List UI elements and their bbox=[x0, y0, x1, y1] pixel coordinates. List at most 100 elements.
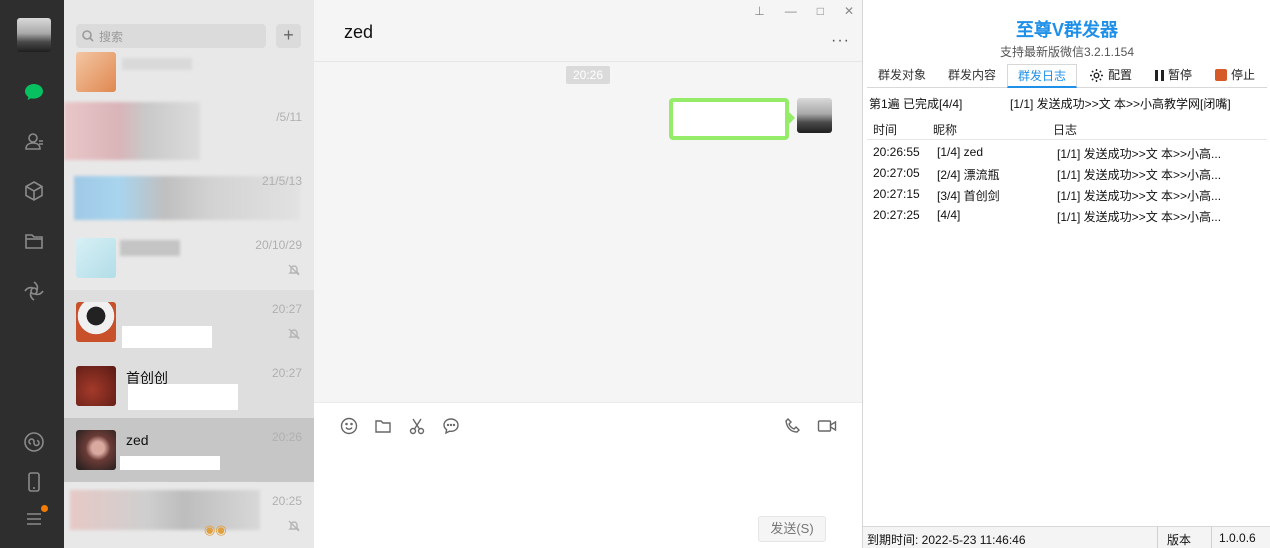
blurred-content bbox=[70, 490, 260, 530]
round-status: 第1遍 已完成[4/4] bbox=[869, 97, 963, 111]
header-divider bbox=[314, 61, 862, 62]
chat-name: zed bbox=[126, 432, 149, 448]
row-nick: [3/4] 首创剑 bbox=[937, 189, 1000, 203]
table-row[interactable]: 20:27:25 [4/4] [1/1] 发送成功>>文 本>>小高... bbox=[867, 205, 1267, 226]
row-nick: [2/4] 漂流瓶 bbox=[937, 168, 1000, 182]
stop-icon bbox=[1215, 69, 1227, 81]
video-call-icon[interactable] bbox=[816, 415, 838, 437]
expire-time: 到期时间: 2022-5-23 11:46:46 bbox=[867, 533, 1026, 547]
call-toolbar bbox=[782, 415, 838, 437]
row-log: [1/1] 发送成功>>文 本>>小高... bbox=[1057, 210, 1222, 224]
self-avatar[interactable] bbox=[797, 98, 832, 133]
table-row[interactable]: 20:27:15 [3/4] 首创剑 [1/1] 发送成功>>文 本>>小高..… bbox=[867, 184, 1267, 205]
divider bbox=[1157, 527, 1158, 548]
mute-icon bbox=[288, 264, 300, 279]
moments-icon[interactable] bbox=[22, 279, 46, 303]
row-time: 20:27:05 bbox=[873, 166, 920, 180]
maximize-icon[interactable]: □ bbox=[817, 4, 824, 18]
gear-icon bbox=[1090, 68, 1103, 82]
panel-subtitle: 支持最新版微信3.2.1.154 bbox=[999, 45, 1135, 59]
input-area[interactable]: 发送(S) bbox=[314, 402, 862, 548]
phone-icon[interactable] bbox=[22, 470, 46, 494]
list-item[interactable]: 首创创 20:27 bbox=[64, 354, 314, 418]
latest-log: [1/1] 发送成功>>文 本>>小高教学网[闭嘴] bbox=[1010, 97, 1231, 111]
row-time: 20:27:15 bbox=[873, 187, 920, 201]
stop-label: 停止 bbox=[1231, 68, 1256, 82]
folder-icon[interactable] bbox=[22, 229, 46, 253]
row-nick: [4/4] bbox=[937, 208, 961, 222]
blurred-message bbox=[122, 326, 212, 348]
conversation-pane: ⊥ — □ ✕ zed ··· 20:26 发送(S) bbox=[314, 0, 862, 548]
avatar bbox=[76, 302, 116, 342]
time-badge: 20:26 bbox=[566, 66, 610, 84]
panel-title: 至尊V群发器 bbox=[1015, 20, 1118, 40]
col-nick: 昵称 bbox=[933, 123, 958, 137]
tab-content[interactable]: 群发内容 bbox=[937, 64, 1007, 88]
contacts-icon[interactable] bbox=[22, 129, 46, 153]
table-row[interactable]: 20:27:05 [2/4] 漂流瓶 [1/1] 发送成功>>文 本>>小高..… bbox=[867, 163, 1267, 184]
send-button[interactable]: 发送(S) bbox=[758, 516, 826, 542]
chat-time: 20:27 bbox=[271, 366, 302, 380]
avatar bbox=[76, 52, 116, 92]
avatar bbox=[76, 366, 116, 406]
list-item[interactable]: 21/5/13 bbox=[64, 162, 314, 226]
chat-icon[interactable] bbox=[22, 80, 46, 104]
pause-icon bbox=[1155, 69, 1164, 81]
nav-bar bbox=[0, 0, 64, 548]
row-time: 20:26:55 bbox=[873, 145, 920, 159]
menu-icon[interactable] bbox=[22, 505, 48, 531]
window-controls: ⊥ — □ ✕ bbox=[754, 4, 854, 18]
screenshot-icon[interactable] bbox=[406, 415, 428, 437]
table-row[interactable]: 20:26:55 [1/4] zed [1/1] 发送成功>>文 本>>小高..… bbox=[867, 142, 1267, 163]
config-button[interactable]: 配置 bbox=[1089, 64, 1132, 86]
avatar bbox=[76, 430, 116, 470]
pause-label: 暂停 bbox=[1168, 68, 1193, 82]
tab-log[interactable]: 群发日志 bbox=[1007, 64, 1077, 88]
user-avatar[interactable] bbox=[17, 18, 51, 52]
notification-dot bbox=[41, 505, 48, 512]
blurred-name bbox=[122, 58, 192, 70]
pin-icon[interactable]: ⊥ bbox=[754, 4, 764, 18]
emoji-icon[interactable] bbox=[338, 415, 360, 437]
voice-call-icon[interactable] bbox=[782, 415, 804, 437]
status-bar: 到期时间: 2022-5-23 11:46:46 版本 1.0.0.6 bbox=[863, 526, 1270, 548]
list-item[interactable]: 20:25 ◉◉ bbox=[64, 482, 314, 546]
row-log: [1/1] 发送成功>>文 本>>小高... bbox=[1057, 147, 1222, 161]
list-item[interactable]: 20/10/29 bbox=[64, 226, 314, 290]
row-log: [1/1] 发送成功>>文 本>>小高... bbox=[1057, 168, 1222, 182]
list-item[interactable]: zed 20:26 bbox=[64, 418, 314, 482]
chat-time: 21/5/13 bbox=[261, 174, 302, 188]
input-toolbar bbox=[338, 415, 462, 437]
chat-list: 搜索 + /5/11 21/5/13 20/10/29 20:27 首创创 20… bbox=[64, 0, 314, 548]
col-log: 日志 bbox=[1053, 123, 1078, 137]
log-table-header: 时间 昵称 日志 bbox=[867, 118, 1267, 140]
list-item[interactable]: 20:27 bbox=[64, 290, 314, 354]
list-item[interactable]: /5/11 bbox=[64, 98, 314, 162]
blurred-name bbox=[120, 240, 180, 256]
mute-icon bbox=[288, 328, 300, 343]
pause-button[interactable]: 暂停 bbox=[1155, 64, 1192, 86]
message-bubble[interactable] bbox=[669, 98, 795, 140]
conversation-title: zed bbox=[344, 22, 374, 42]
blurred-message bbox=[128, 384, 238, 410]
close-icon[interactable]: ✕ bbox=[844, 4, 854, 18]
favorites-cube-icon[interactable] bbox=[22, 179, 46, 203]
row-log: [1/1] 发送成功>>文 本>>小高... bbox=[1057, 189, 1222, 203]
avatar bbox=[76, 238, 116, 278]
more-icon[interactable]: ··· bbox=[831, 32, 850, 50]
mute-icon bbox=[288, 520, 300, 535]
minimize-icon[interactable]: — bbox=[785, 4, 797, 18]
wechat-window: 搜索 + /5/11 21/5/13 20/10/29 20:27 首创创 20… bbox=[0, 0, 1270, 548]
list-item[interactable] bbox=[64, 40, 314, 104]
stop-button[interactable]: 停止 bbox=[1215, 64, 1255, 86]
blurred-content bbox=[64, 102, 200, 160]
file-icon[interactable] bbox=[372, 415, 394, 437]
config-label: 配置 bbox=[1108, 68, 1133, 82]
version-label: 版本 bbox=[1167, 533, 1192, 547]
mini-program-icon[interactable] bbox=[22, 430, 46, 454]
blurred-message bbox=[673, 102, 785, 136]
col-time: 时间 bbox=[873, 123, 898, 137]
chat-history-icon[interactable] bbox=[440, 415, 462, 437]
mass-sender-panel: 至尊V群发器 支持最新版微信3.2.1.154 群发对象 群发内容 群发日志 配… bbox=[862, 0, 1270, 548]
tab-targets[interactable]: 群发对象 bbox=[867, 64, 937, 88]
